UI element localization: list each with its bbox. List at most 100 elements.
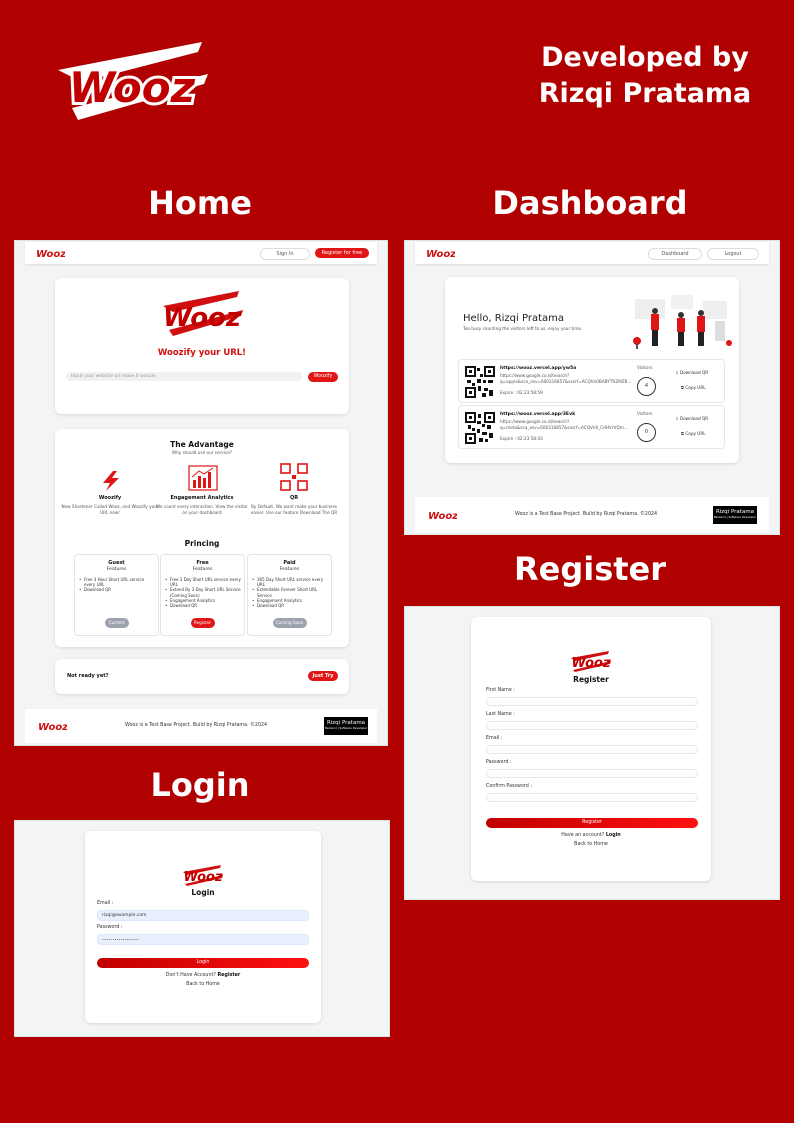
visitors-count: 0 xyxy=(637,423,656,442)
register-button[interactable]: Register xyxy=(486,818,698,828)
plan-paid: Paid Features 365 Day Short URL service … xyxy=(247,554,332,636)
plan-free: Free Features Free 3 Day Short URL servi… xyxy=(160,554,245,636)
feature-woozify: Woozify Now Shortener Called Wooz, and W… xyxy=(61,495,159,515)
login-button[interactable]: Login xyxy=(97,958,309,968)
short-url-link[interactable]: https://wooz.vercel.app/yw5a xyxy=(500,366,576,371)
svg-text:Wooz: Wooz xyxy=(429,511,457,522)
feature-qr-title: QR xyxy=(289,495,299,501)
plan-guest-button[interactable]: Current xyxy=(104,618,129,628)
last-name-input[interactable] xyxy=(486,721,698,730)
email-label: Email : xyxy=(97,901,114,906)
feature-analytics-desc: We count every interaction. View the vis… xyxy=(156,504,248,515)
copy-url-label: Copy URL xyxy=(685,431,706,436)
download-qr-label: Download QR xyxy=(679,370,709,375)
email-input[interactable] xyxy=(486,745,698,754)
email-label: Email : xyxy=(486,736,503,741)
dashboard-nav-button[interactable]: Dashboard xyxy=(648,248,702,260)
wooz-footer-logo: Wooz xyxy=(39,722,67,733)
login-link[interactable]: Login xyxy=(606,833,621,838)
signin-button[interactable]: Sign In xyxy=(260,248,310,260)
login-card: Wooz Login Email : rizqi@example.com Pas… xyxy=(85,831,321,1023)
copy-url-button[interactable]: ⧉ Copy URL xyxy=(681,385,706,391)
qr-code-icon xyxy=(465,412,495,444)
home-screenshot: Wooz Sign In Register for free Wooz Wooz… xyxy=(14,240,388,746)
download-qr-button[interactable]: ⇩ Download QR xyxy=(675,416,708,422)
hero-card: Wooz Woozify your URL! Input your websit… xyxy=(55,278,349,414)
plan-feature: Download QR xyxy=(252,603,328,608)
register-free-button[interactable]: Register for free xyxy=(315,248,369,258)
register-section-title: Register xyxy=(513,550,667,588)
register-link[interactable]: Register xyxy=(217,973,240,978)
footer-badge-sub: Backend | Software Developer xyxy=(713,515,757,519)
have-account-label: Have an account? xyxy=(561,833,605,838)
copy-url-label: Copy URL xyxy=(685,385,706,390)
svg-text:Wooz: Wooz xyxy=(183,870,222,885)
home-footer: Wooz Wooz is a Test Base Project. Build … xyxy=(25,709,377,743)
woozify-button[interactable]: Woozify xyxy=(308,372,338,382)
plan-paid-features: 365 Day Short URL service every URL Exte… xyxy=(252,577,328,608)
footer-text: Wooz is a Test Base Project. Build by Ri… xyxy=(515,512,658,517)
plan-paid-features-label: Features xyxy=(279,567,300,572)
back-to-home-link[interactable]: Back to Home xyxy=(471,842,711,847)
plan-feature: Extend By 3 Day Short URL Service (Comin… xyxy=(165,587,241,597)
register-screenshot: Wooz Register First Name : Last Name : E… xyxy=(404,606,780,900)
last-name-label: Last Name : xyxy=(486,712,515,717)
analytics-chart-icon xyxy=(188,465,218,491)
cta-card: Not ready yet? Just Try xyxy=(55,659,349,694)
password-input[interactable]: •••••••••••••••••• xyxy=(97,934,309,945)
cta-text: Not ready yet? xyxy=(67,673,109,679)
plan-feature: Download QR xyxy=(79,587,155,592)
plan-guest-features: Free 3 Hour Short URL service every URL … xyxy=(79,577,155,593)
wooz-mini-logo[interactable]: Wooz xyxy=(37,246,65,260)
back-to-home-link[interactable]: Back to Home xyxy=(85,982,321,987)
plan-paid-button[interactable]: Coming Soon xyxy=(272,618,307,628)
dashboard-card: Hello, Rizqi Pratama Too busy counting t… xyxy=(445,277,739,463)
long-url: https://www.google.co.id/search?q=apple&… xyxy=(500,373,632,384)
wooz-logo: Wooz Wooz xyxy=(58,42,208,120)
first-name-input[interactable] xyxy=(486,697,698,706)
developer-credit: Developed by Rizqi Pratama xyxy=(520,40,770,112)
email-input[interactable]: rizqi@example.com xyxy=(97,910,309,921)
no-account-label: Don't Have Account? xyxy=(165,973,216,978)
first-name-label: First Name : xyxy=(486,688,515,693)
wooz-hero-logo: Wooz xyxy=(163,291,243,336)
password-label: Password : xyxy=(486,760,512,765)
feature-qr-desc: By Default, We want make your business e… xyxy=(250,504,338,515)
copy-url-button[interactable]: ⧉ Copy URL xyxy=(681,431,706,437)
login-title: Login xyxy=(191,888,215,897)
expire-text: Expire : 02:23:58:59 xyxy=(500,390,543,395)
link-card: https://wooz.vercel.app/yw5a https://www… xyxy=(458,359,725,403)
hero-tagline: Woozify your URL! xyxy=(157,348,247,358)
plan-guest: Guest Features Free 3 Hour Short URL ser… xyxy=(74,554,159,636)
developer-line2: Rizqi Pratama xyxy=(538,78,752,109)
password-input[interactable] xyxy=(486,769,698,778)
register-card: Wooz Register First Name : Last Name : E… xyxy=(471,617,711,881)
visitors-label: Visitors xyxy=(637,411,653,416)
plan-free-features-label: Features xyxy=(192,567,213,572)
logout-button[interactable]: Logout xyxy=(707,248,759,260)
footer-badge: Rizqi Pratama Backend | Software Develop… xyxy=(324,717,368,735)
home-section-title: Home xyxy=(148,184,252,222)
plan-free-register-button[interactable]: Register xyxy=(190,618,215,628)
url-input[interactable]: Input your website url make it woozie xyxy=(66,372,302,381)
download-qr-label: Download QR xyxy=(679,416,709,421)
short-url-link[interactable]: https://wooz.vercel.app/3Evk xyxy=(500,412,575,417)
download-qr-button[interactable]: ⇩ Download QR xyxy=(675,370,708,376)
register-title: Register xyxy=(573,675,609,684)
feature-woozify-title: Woozify xyxy=(98,495,122,501)
advantage-title: The Advantage xyxy=(170,440,234,449)
wooz-mini-logo[interactable]: Wooz xyxy=(427,246,455,260)
confirm-password-label: Confirm Password : xyxy=(486,784,532,789)
plan-free-name: Free xyxy=(196,560,209,566)
have-account-text: Have an account? Login xyxy=(471,833,711,838)
password-label: Password : xyxy=(97,925,123,930)
visitors-label: Visitors xyxy=(637,365,653,370)
pricing-title: Princing xyxy=(184,539,220,548)
wooz-footer-logo: Wooz xyxy=(429,511,457,522)
plan-guest-name: Guest xyxy=(108,560,125,566)
no-account-text: Don't Have Account? Register xyxy=(85,973,321,978)
developer-line1: Developed by xyxy=(541,42,749,73)
just-try-button[interactable]: Just Try xyxy=(308,671,338,681)
wooz-logo: Wooz xyxy=(571,651,611,672)
confirm-password-input[interactable] xyxy=(486,793,698,802)
